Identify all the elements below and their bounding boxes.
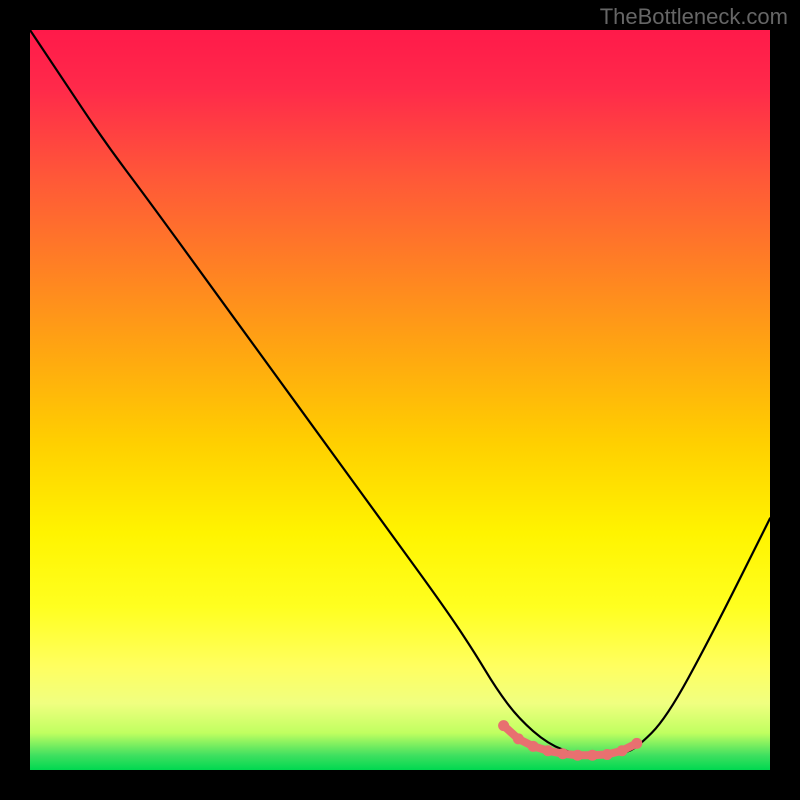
bottleneck-curve [30,30,770,755]
optimal-range-dot [602,749,613,760]
optimal-range-dot [528,741,539,752]
optimal-range-dot [498,720,509,731]
optimal-range-dot [513,733,524,744]
watermark-text: TheBottleneck.com [600,4,788,30]
plot-area [30,30,770,770]
optimal-range-markers [498,720,642,761]
optimal-range-dot [543,745,554,756]
optimal-range-dot [572,750,583,761]
optimal-range-dot [557,748,568,759]
optimal-range-dot [587,750,598,761]
chart-svg [30,30,770,770]
optimal-range-dot [617,745,628,756]
optimal-range-dot [631,738,642,749]
